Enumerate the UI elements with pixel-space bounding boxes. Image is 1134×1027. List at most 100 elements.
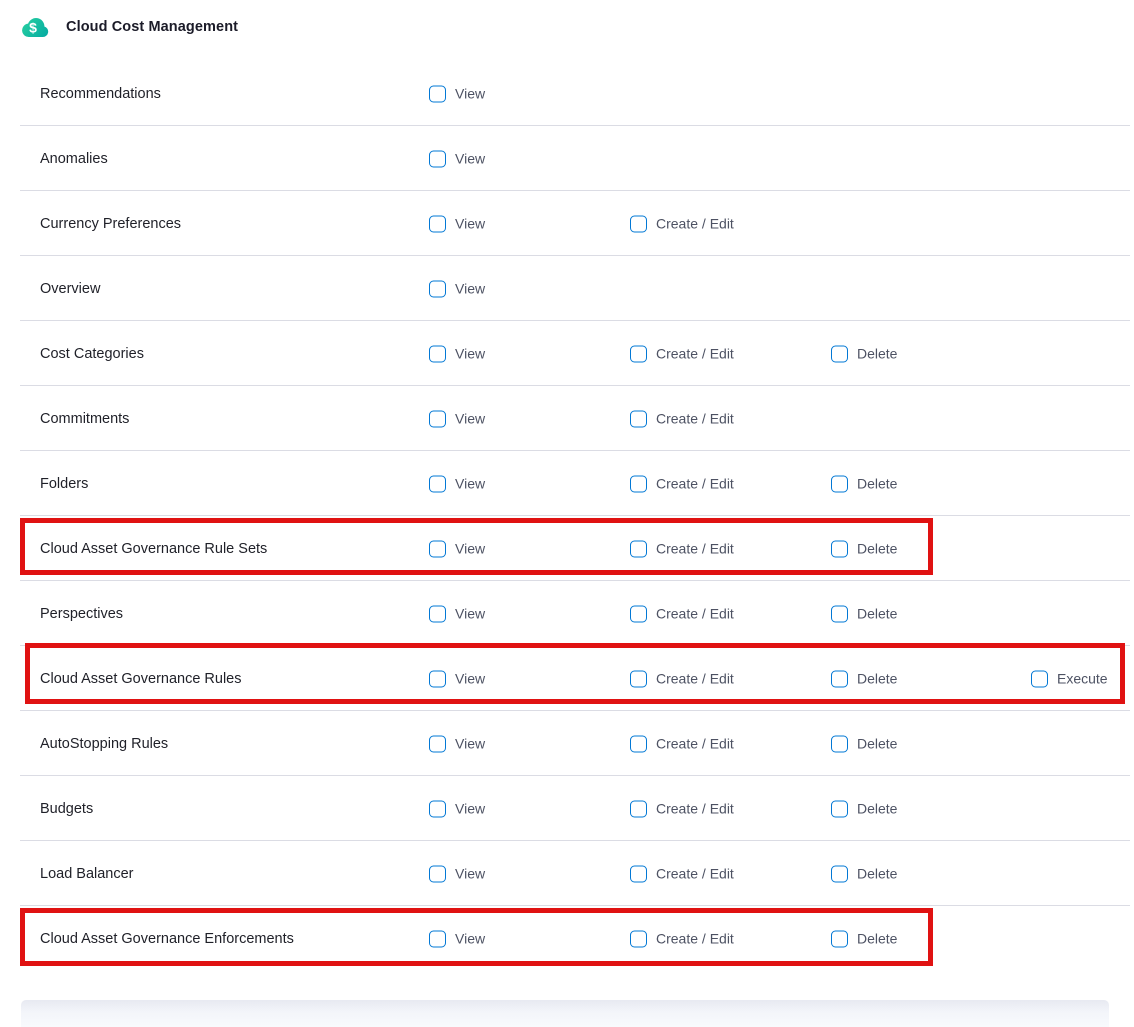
checkbox-icon[interactable] bbox=[429, 930, 446, 947]
checkbox-icon[interactable] bbox=[630, 540, 647, 557]
view-label: View bbox=[455, 736, 485, 752]
delete-checkbox[interactable]: Delete bbox=[831, 605, 897, 622]
view-checkbox[interactable]: View bbox=[429, 735, 485, 752]
checkbox-icon[interactable] bbox=[429, 85, 446, 102]
checkbox-icon[interactable] bbox=[630, 605, 647, 622]
view-checkbox[interactable]: View bbox=[429, 215, 485, 232]
view-checkbox[interactable]: View bbox=[429, 800, 485, 817]
create-edit-checkbox[interactable]: Create / Edit bbox=[630, 410, 734, 427]
row-autostopping-rules: AutoStopping Rules View Create / Edit De… bbox=[0, 711, 1134, 776]
view-checkbox[interactable]: View bbox=[429, 670, 485, 687]
checkbox-icon[interactable] bbox=[1031, 670, 1048, 687]
create-edit-checkbox[interactable]: Create / Edit bbox=[630, 865, 734, 882]
view-checkbox[interactable]: View bbox=[429, 85, 485, 102]
checkbox-icon[interactable] bbox=[831, 930, 848, 947]
resource-name: Cloud Asset Governance Rules bbox=[40, 671, 242, 687]
checkbox-icon[interactable] bbox=[429, 670, 446, 687]
execute-checkbox[interactable]: Execute bbox=[1031, 670, 1108, 687]
view-checkbox[interactable]: View bbox=[429, 540, 485, 557]
resource-name: Budgets bbox=[40, 801, 93, 817]
checkbox-icon[interactable] bbox=[831, 540, 848, 557]
delete-label: Delete bbox=[857, 801, 897, 817]
view-label: View bbox=[455, 476, 485, 492]
checkbox-icon[interactable] bbox=[630, 735, 647, 752]
create-edit-checkbox[interactable]: Create / Edit bbox=[630, 670, 734, 687]
create-edit-checkbox[interactable]: Create / Edit bbox=[630, 345, 734, 362]
checkbox-icon[interactable] bbox=[630, 865, 647, 882]
view-checkbox[interactable]: View bbox=[429, 475, 485, 492]
delete-checkbox[interactable]: Delete bbox=[831, 475, 897, 492]
row-perspectives: Perspectives View Create / Edit Delete bbox=[0, 581, 1134, 646]
row-overview: Overview View bbox=[0, 256, 1134, 321]
delete-checkbox[interactable]: Delete bbox=[831, 735, 897, 752]
checkbox-icon[interactable] bbox=[429, 800, 446, 817]
view-checkbox[interactable]: View bbox=[429, 345, 485, 362]
checkbox-icon[interactable] bbox=[831, 670, 848, 687]
delete-checkbox[interactable]: Delete bbox=[831, 930, 897, 947]
resource-name: Folders bbox=[40, 476, 88, 492]
row-currency-preferences: Currency Preferences View Create / Edit bbox=[0, 191, 1134, 256]
checkbox-icon[interactable] bbox=[630, 800, 647, 817]
delete-checkbox[interactable]: Delete bbox=[831, 540, 897, 557]
resource-name: Perspectives bbox=[40, 606, 123, 622]
checkbox-icon[interactable] bbox=[429, 150, 446, 167]
create-edit-checkbox[interactable]: Create / Edit bbox=[630, 540, 734, 557]
view-label: View bbox=[455, 151, 485, 167]
checkbox-icon[interactable] bbox=[630, 345, 647, 362]
checkbox-icon[interactable] bbox=[831, 605, 848, 622]
create-edit-checkbox[interactable]: Create / Edit bbox=[630, 475, 734, 492]
checkbox-icon[interactable] bbox=[831, 735, 848, 752]
create-edit-checkbox[interactable]: Create / Edit bbox=[630, 930, 734, 947]
create-edit-label: Create / Edit bbox=[656, 411, 734, 427]
resource-name: Cloud Asset Governance Enforcements bbox=[40, 931, 294, 947]
view-checkbox[interactable]: View bbox=[429, 865, 485, 882]
create-edit-label: Create / Edit bbox=[656, 476, 734, 492]
create-edit-label: Create / Edit bbox=[656, 736, 734, 752]
checkbox-icon[interactable] bbox=[831, 475, 848, 492]
checkbox-icon[interactable] bbox=[429, 215, 446, 232]
svg-text:$: $ bbox=[29, 20, 37, 36]
resource-name: Currency Preferences bbox=[40, 216, 181, 232]
checkbox-icon[interactable] bbox=[429, 345, 446, 362]
create-edit-checkbox[interactable]: Create / Edit bbox=[630, 605, 734, 622]
view-checkbox[interactable]: View bbox=[429, 280, 485, 297]
checkbox-icon[interactable] bbox=[831, 800, 848, 817]
view-checkbox[interactable]: View bbox=[429, 410, 485, 427]
view-checkbox[interactable]: View bbox=[429, 605, 485, 622]
view-label: View bbox=[455, 541, 485, 557]
checkbox-icon[interactable] bbox=[429, 410, 446, 427]
row-anomalies: Anomalies View bbox=[0, 126, 1134, 191]
view-label: View bbox=[455, 86, 485, 102]
checkbox-icon[interactable] bbox=[429, 540, 446, 557]
section-title: Cloud Cost Management bbox=[66, 19, 238, 35]
checkbox-icon[interactable] bbox=[630, 475, 647, 492]
checkbox-icon[interactable] bbox=[630, 930, 647, 947]
create-edit-label: Create / Edit bbox=[656, 931, 734, 947]
checkbox-icon[interactable] bbox=[831, 865, 848, 882]
checkbox-icon[interactable] bbox=[429, 865, 446, 882]
checkbox-icon[interactable] bbox=[429, 735, 446, 752]
create-edit-checkbox[interactable]: Create / Edit bbox=[630, 800, 734, 817]
checkbox-icon[interactable] bbox=[429, 475, 446, 492]
row-cloud-asset-governance-rule-sets: Cloud Asset Governance Rule Sets View Cr… bbox=[0, 516, 1134, 581]
create-edit-checkbox[interactable]: Create / Edit bbox=[630, 215, 734, 232]
next-section-header-partial[interactable] bbox=[21, 1000, 1109, 1027]
checkbox-icon[interactable] bbox=[630, 410, 647, 427]
checkbox-icon[interactable] bbox=[831, 345, 848, 362]
view-checkbox[interactable]: View bbox=[429, 930, 485, 947]
checkbox-icon[interactable] bbox=[630, 670, 647, 687]
create-edit-label: Create / Edit bbox=[656, 801, 734, 817]
create-edit-label: Create / Edit bbox=[656, 216, 734, 232]
create-edit-checkbox[interactable]: Create / Edit bbox=[630, 735, 734, 752]
view-checkbox[interactable]: View bbox=[429, 150, 485, 167]
checkbox-icon[interactable] bbox=[429, 605, 446, 622]
resource-name: Recommendations bbox=[40, 86, 161, 102]
delete-checkbox[interactable]: Delete bbox=[831, 800, 897, 817]
permissions-table: Recommendations View Anomalies View Curr… bbox=[0, 61, 1134, 971]
resource-name: AutoStopping Rules bbox=[40, 736, 168, 752]
checkbox-icon[interactable] bbox=[630, 215, 647, 232]
delete-checkbox[interactable]: Delete bbox=[831, 865, 897, 882]
delete-checkbox[interactable]: Delete bbox=[831, 345, 897, 362]
checkbox-icon[interactable] bbox=[429, 280, 446, 297]
delete-checkbox[interactable]: Delete bbox=[831, 670, 897, 687]
